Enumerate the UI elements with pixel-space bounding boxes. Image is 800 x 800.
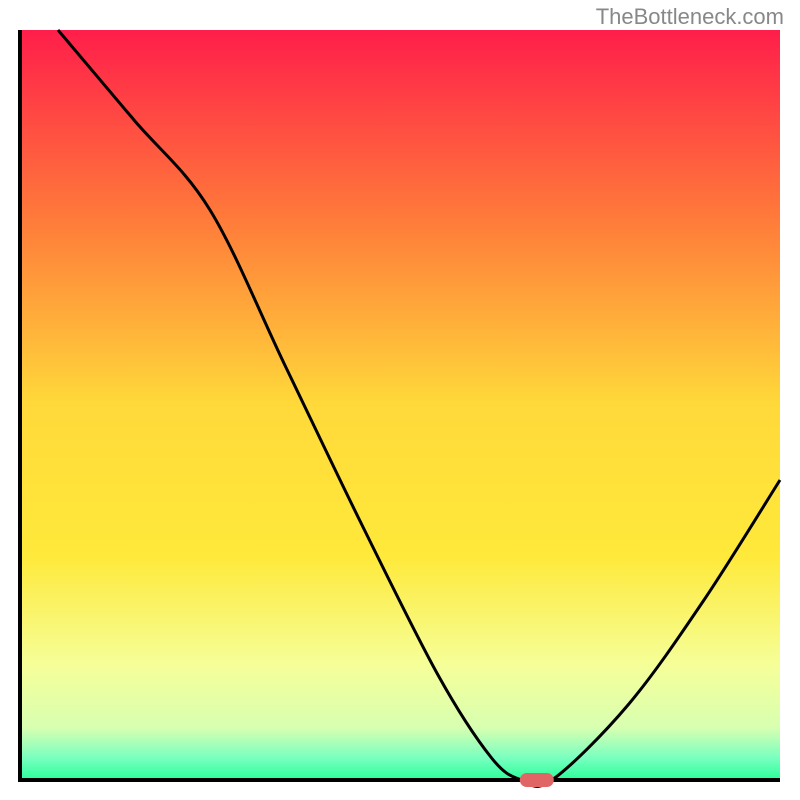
chart-container: TheBottleneck.com bbox=[0, 0, 800, 800]
optimal-point-marker bbox=[520, 773, 554, 787]
watermark-text: TheBottleneck.com bbox=[596, 4, 784, 30]
chart-background bbox=[20, 30, 780, 780]
bottleneck-chart bbox=[0, 0, 800, 800]
